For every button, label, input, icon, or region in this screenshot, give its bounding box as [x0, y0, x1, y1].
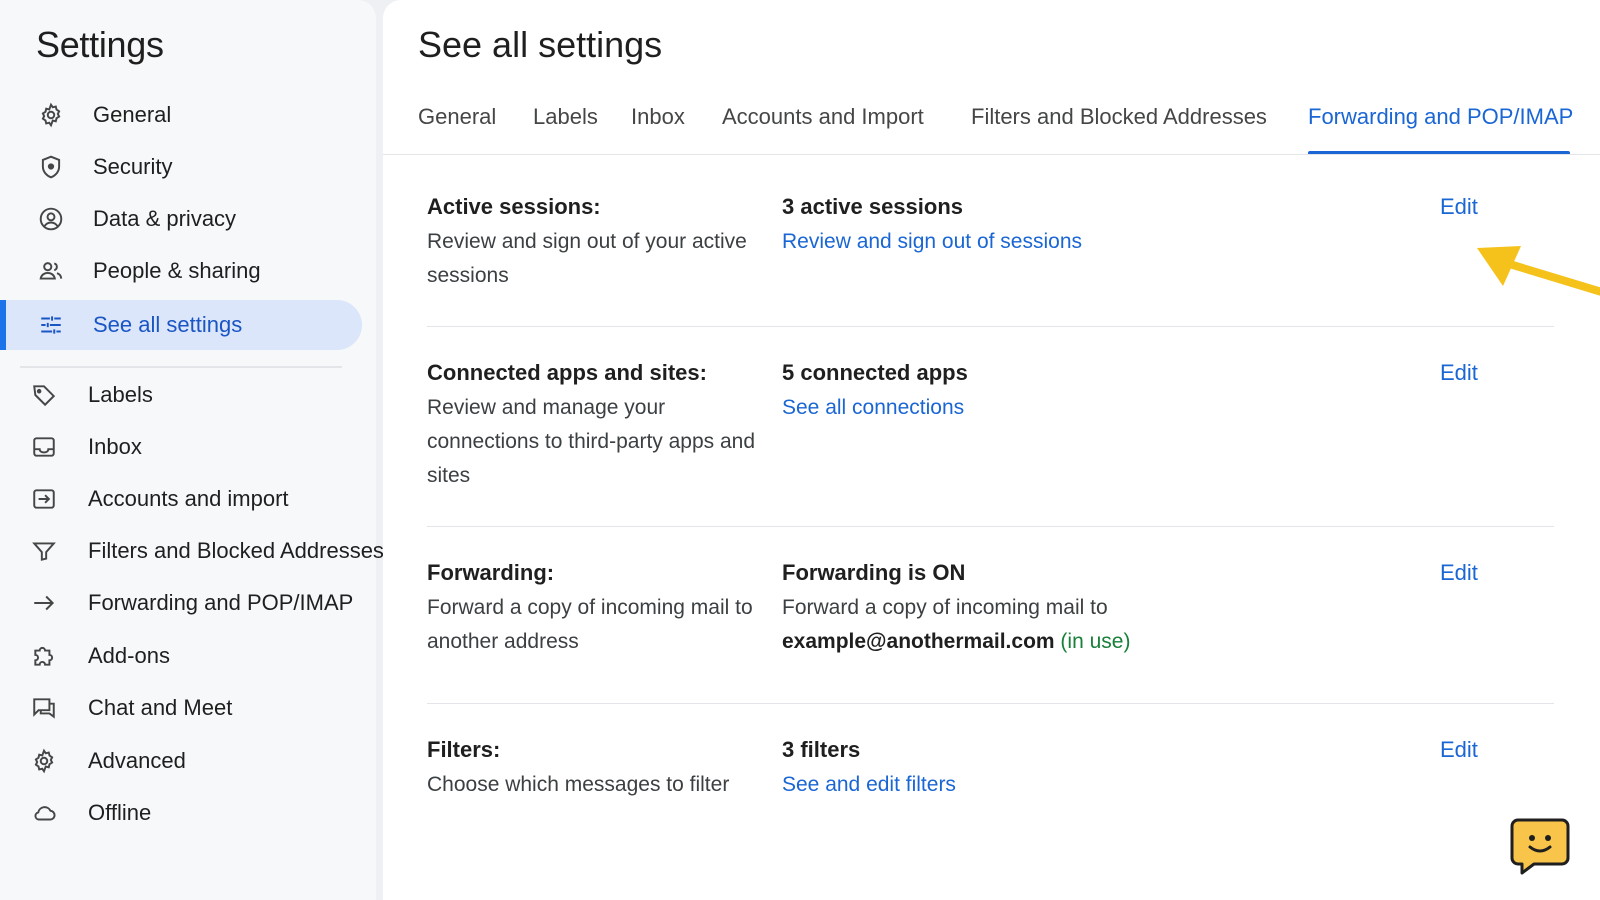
sidebar-item-label: See all settings: [93, 312, 243, 337]
sidebar-item-label: General: [93, 102, 172, 127]
row-divider: [427, 326, 1554, 327]
active-sessions-label: Active sessions:: [427, 194, 601, 219]
filters-description: Choose which messages to filter: [427, 773, 730, 796]
sidebar-item-people-sharing[interactable]: People & sharing: [0, 246, 372, 296]
active-sessions-status: 3 active sessions: [782, 194, 964, 219]
sidebar-item-label: Offline: [88, 800, 152, 825]
sidebar-item-chat-meet[interactable]: Chat and Meet: [0, 683, 372, 733]
review-sessions-link[interactable]: Review and sign out of sessions: [782, 230, 1082, 254]
forwarding-edit-link[interactable]: Edit: [1440, 560, 1478, 586]
tab-accounts-import[interactable]: Accounts and Import: [722, 104, 924, 130]
sidebar-item-label: People & sharing: [93, 258, 261, 283]
sidebar-item-label: Add-ons: [88, 643, 170, 668]
tune-icon: [38, 312, 64, 338]
sidebar-item-label: Security: [93, 154, 173, 179]
sidebar-item-offline[interactable]: Offline: [0, 788, 372, 838]
shield-icon: [38, 154, 64, 180]
sidebar-item-advanced[interactable]: Advanced: [0, 736, 372, 786]
filters-label: Filters:: [427, 737, 501, 762]
sidebar-item-general[interactable]: General: [0, 90, 372, 140]
annotation-arrow-icon: [1477, 246, 1600, 296]
sidebar-item-label: Labels: [88, 382, 153, 407]
sidebar-item-label: Accounts and import: [88, 486, 289, 511]
forwarding-status: Forwarding is ON: [782, 560, 966, 585]
sidebar-item-add-ons[interactable]: Add-ons: [0, 631, 372, 681]
forwarding-email-address: example@anothermail.com: [782, 630, 1055, 653]
row-divider: [427, 526, 1554, 527]
filters-status: 3 filters: [782, 737, 861, 762]
sidebar-divider: [20, 366, 342, 368]
sidebar-item-label: Data & privacy: [93, 206, 237, 231]
sidebar-item-data-privacy[interactable]: Data & privacy: [0, 194, 372, 244]
connected-apps-description: Review and manage your connections to th…: [427, 396, 756, 487]
import-icon: [31, 486, 57, 512]
sidebar-item-accounts-import[interactable]: Accounts and import: [0, 474, 372, 524]
page-title: See all settings: [418, 24, 663, 65]
settings-main-panel: See all settings General Labels Inbox Ac…: [383, 0, 1600, 900]
sidebar-item-label: Forwarding and POP/IMAP: [88, 590, 354, 615]
sidebar-item-forwarding-pop-imap[interactable]: Forwarding and POP/IMAP: [0, 578, 372, 628]
connected-apps-status: 5 connected apps: [782, 360, 968, 385]
settings-sidebar: Settings General Security Data & privacy…: [0, 0, 384, 900]
see-edit-filters-link[interactable]: See and edit filters: [782, 773, 956, 797]
tab-filters-blocked[interactable]: Filters and Blocked Addresses: [971, 104, 1267, 130]
smiley-chat-icon[interactable]: [1510, 816, 1570, 876]
puzzle-icon: [31, 643, 57, 669]
chat-icon: [31, 695, 57, 721]
forwarding-label: Forwarding:: [427, 560, 555, 585]
forwarding-description: Forward a copy of incoming mail to anoth…: [427, 596, 753, 653]
sidebar-item-security[interactable]: Security: [0, 142, 372, 192]
forwarding-detail-text: Forward a copy of incoming mail to: [782, 596, 1108, 619]
sidebar-item-label: Chat and Meet: [88, 695, 233, 720]
sidebar-item-label: Filters and Blocked Addresses: [88, 538, 384, 563]
forwarding-email-line: example@anothermail.com (in use): [782, 630, 1130, 654]
row-divider: [427, 703, 1554, 704]
sidebar-title: Settings: [36, 24, 164, 65]
connected-apps-label: Connected apps and sites:: [427, 360, 707, 385]
tab-forwarding-pop-imap[interactable]: Forwarding and POP/IMAP: [1308, 104, 1573, 130]
tabs-divider: [383, 154, 1600, 155]
connected-apps-edit-link[interactable]: Edit: [1440, 360, 1478, 386]
filters-edit-link[interactable]: Edit: [1440, 737, 1478, 763]
tab-labels[interactable]: Labels: [533, 104, 598, 130]
sidebar-item-filters-blocked[interactable]: Filters and Blocked Addresses: [0, 526, 384, 576]
filter-icon: [31, 538, 57, 564]
arrow-right-icon: [31, 590, 57, 616]
account-circle-icon: [38, 206, 64, 232]
gear-icon: [31, 748, 57, 774]
sidebar-item-label: Advanced: [88, 748, 186, 773]
sidebar-item-labels[interactable]: Labels: [0, 370, 372, 420]
sidebar-item-see-all-settings[interactable]: See all settings: [0, 300, 372, 350]
sidebar-item-label: Inbox: [88, 434, 142, 459]
people-icon: [38, 258, 64, 284]
label-icon: [31, 382, 57, 408]
active-sessions-description: Review and sign out of your active sessi…: [427, 230, 747, 287]
cloud-icon: [31, 800, 57, 826]
active-sessions-edit-link[interactable]: Edit: [1440, 194, 1478, 220]
sidebar-item-inbox[interactable]: Inbox: [0, 422, 372, 472]
see-all-connections-link[interactable]: See all connections: [782, 396, 964, 420]
tab-general[interactable]: General: [418, 104, 496, 130]
in-use-note: (in use): [1054, 630, 1131, 653]
inbox-icon: [31, 434, 57, 460]
settings-tabs: General Labels Inbox Accounts and Import…: [383, 96, 1600, 156]
gear-icon: [38, 102, 64, 128]
tab-inbox[interactable]: Inbox: [631, 104, 685, 130]
